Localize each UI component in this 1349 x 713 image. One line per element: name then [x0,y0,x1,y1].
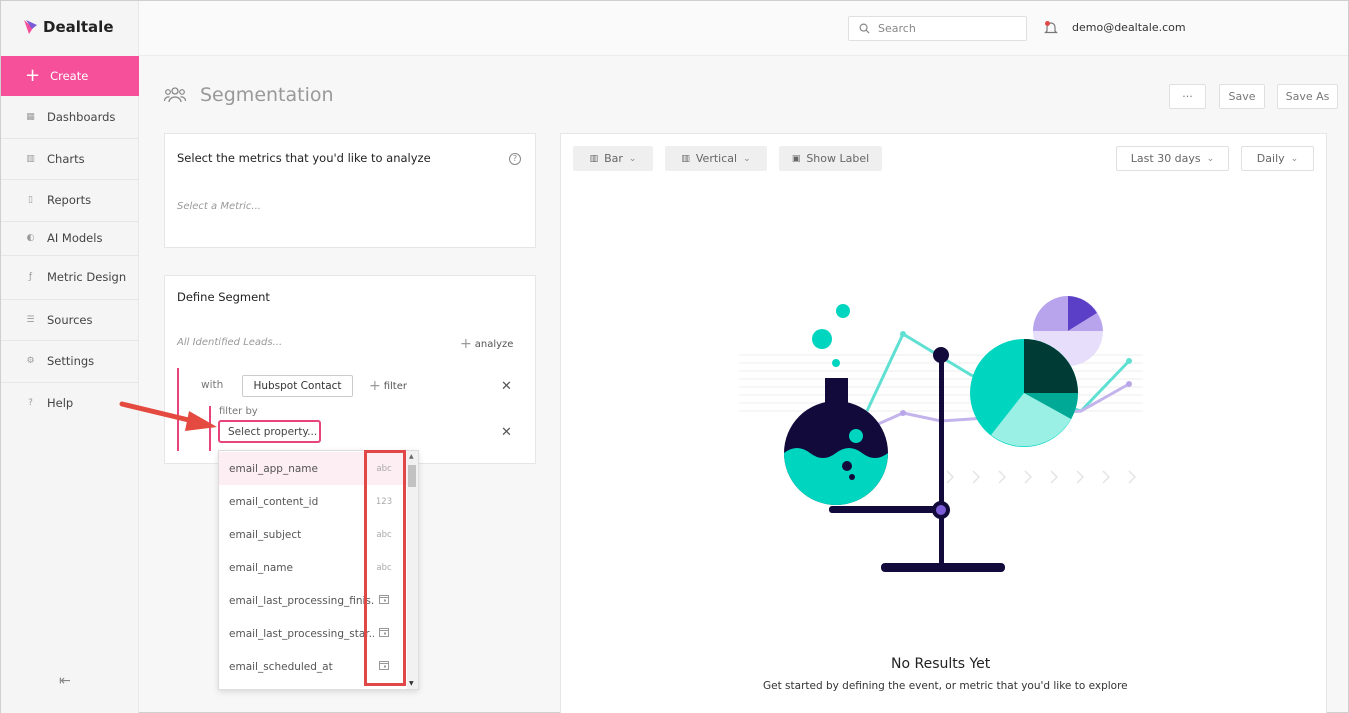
show-label-text: Show Label [806,152,870,165]
metric-select-input[interactable]: Select a Metric... [177,201,261,212]
type-column-highlight [364,450,406,686]
filter-by-label: filter by [219,406,258,417]
sidebar-item-label: Metric Design [47,270,127,284]
more-options-button[interactable]: ··· [1169,84,1206,109]
bar-chart-icon: ▥ [26,153,35,164]
property-option-name: email_last_processing_star... [229,627,374,640]
property-option-name: email_app_name [229,462,318,475]
empty-state-subtitle: Get started by defining the event, or me… [763,680,1128,692]
remove-entity-icon[interactable]: ✕ [501,379,512,394]
sidebar-item-label: Dashboards [47,110,116,125]
sidebar-item-sources[interactable]: ☰ Sources [1,300,139,341]
help-icon[interactable]: ? [509,153,521,165]
orientation-dropdown[interactable]: ▥ Vertical ⌄ [665,146,767,171]
document-icon: ▯ [28,195,33,206]
search-icon [859,23,870,34]
question-icon: ? [28,398,33,409]
sidebar-item-charts[interactable]: ▥ Charts [1,139,139,180]
date-range-label: Last 30 days [1130,152,1201,165]
collapse-sidebar-icon[interactable]: ⇤ [59,673,71,689]
sidebar-item-label: Sources [47,312,93,327]
logo-icon [24,20,37,34]
empty-state-title: No Results Yet [891,656,991,672]
grid-icon: ▦ [26,112,35,123]
property-option-name: email_name [229,561,293,574]
save-as-button[interactable]: Save As [1277,84,1338,109]
brain-icon: ◐ [26,233,35,243]
create-button[interactable]: + Create [1,56,139,96]
sidebar-item-label: Reports [47,193,92,208]
property-option-name: email_content_id [229,495,319,508]
select-property-input[interactable]: Select property... [218,420,321,443]
search-placeholder: Search [878,22,916,35]
sidebar-item-label: Charts [47,151,85,166]
dropdown-scrollbar[interactable]: ▲ ▼ [407,451,418,689]
logo[interactable]: Dealtale [23,18,114,36]
database-icon: ☰ [26,314,35,325]
chevron-down-icon: ⌄ [1290,153,1299,164]
page-title: Segmentation [164,84,334,106]
gear-icon: ⚙ [26,356,35,367]
orientation-label: Vertical [695,152,738,165]
filter-label: filter [383,380,407,392]
sidebar-item-reports[interactable]: ▯ Reports [1,180,139,222]
empty-state-illustration [739,296,1143,572]
save-button[interactable]: Save [1219,84,1265,109]
interval-dropdown[interactable]: Daily ⌄ [1241,146,1314,171]
scroll-up-icon[interactable]: ▲ [409,453,414,460]
chevron-down-icon: ⌄ [1206,153,1215,164]
chart-type-label: Bar [604,152,623,165]
hubspot-contact-button[interactable]: Hubspot Contact [242,375,353,397]
with-label: with [201,379,224,391]
sidebar-item-dashboards[interactable]: ▦ Dashboards [1,97,139,139]
show-label-toggle[interactable]: ▣ Show Label [779,146,882,171]
sidebar-item-label: Settings [47,354,95,369]
scroll-down-icon[interactable]: ▼ [409,680,414,687]
property-option-name: email_subject [229,528,302,541]
bar-chart-icon: ▥ [589,153,599,164]
leads-selector[interactable]: All Identified Leads... [177,337,282,348]
add-filter-button[interactable]: + filter [369,378,407,394]
property-option-name: email_last_processing_finis... [229,594,374,607]
chart-type-dropdown[interactable]: ▥ Bar ⌄ [573,146,653,171]
property-option-name: email_scheduled_at [229,660,333,673]
metrics-panel-title: Select the metrics that you'd like to an… [177,151,431,165]
function-icon: ƒ [28,272,33,282]
chevron-down-icon: ⌄ [628,153,637,164]
plus-icon: + [460,336,472,352]
sidebar-item-settings[interactable]: ⚙ Settings [1,341,139,383]
sidebar-nav: ▦ Dashboards ▥ Charts ▯ Reports ◐ AI Mod… [1,97,139,424]
search-input[interactable]: Search [848,16,1027,41]
app-name: Dealtale [43,18,114,36]
create-label: Create [50,69,89,83]
segment-panel-title: Define Segment [177,290,270,304]
analyze-button[interactable]: + analyze [460,336,513,352]
sidebar-item-label: AI Models [47,231,103,245]
sidebar: Dealtale + Create ▦ Dashboards ▥ Charts … [1,1,139,713]
plus-icon: + [25,65,41,86]
notification-bell-icon[interactable] [1044,20,1058,39]
annotation-arrow [119,401,217,431]
chevron-down-icon: ⌄ [743,153,751,164]
sidebar-item-metric-design[interactable]: ƒ Metric Design [1,256,139,300]
remove-filter-icon[interactable]: ✕ [501,425,512,440]
plus-icon: + [369,378,381,394]
interval-label: Daily [1256,152,1285,165]
user-email[interactable]: demo@dealtale.com [1072,21,1186,34]
analyze-label: analyze [474,338,514,350]
bar-chart-icon: ▥ [681,153,690,164]
page-title-text: Segmentation [200,84,334,106]
label-icon: ▣ [791,153,801,164]
date-range-dropdown[interactable]: Last 30 days ⌄ [1116,146,1229,171]
scroll-thumb[interactable] [408,465,416,487]
sidebar-item-label: Help [47,396,74,411]
users-icon [164,87,186,103]
sidebar-item-ai-models[interactable]: ◐ AI Models [1,222,139,256]
